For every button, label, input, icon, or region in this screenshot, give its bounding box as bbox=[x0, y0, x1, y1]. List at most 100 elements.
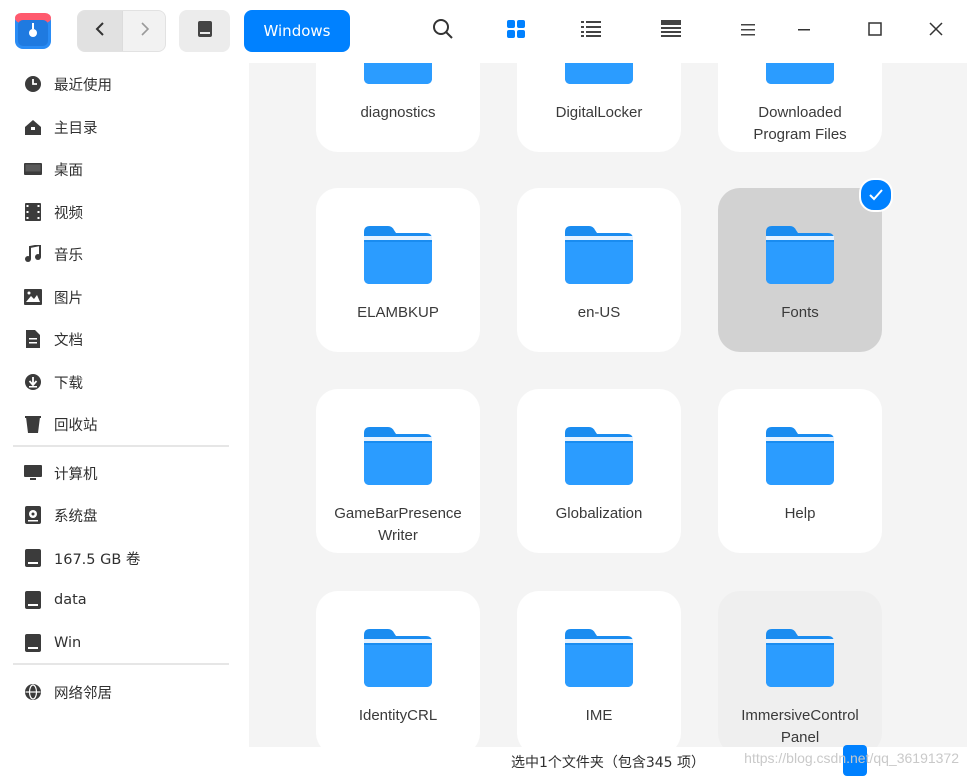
folder-item[interactable]: Downloaded Program Files bbox=[718, 63, 882, 152]
sidebar-item-label: 主目录 bbox=[54, 120, 98, 137]
sidebar-item-home[interactable]: 主目录 bbox=[12, 108, 238, 146]
trash-icon bbox=[22, 413, 44, 435]
sidebar-divider bbox=[13, 445, 229, 447]
folder-item[interactable]: diagnostics bbox=[316, 63, 480, 152]
list-view-icon bbox=[581, 20, 601, 42]
folder-icon bbox=[362, 224, 434, 286]
chevron-left-icon bbox=[94, 21, 106, 41]
maximize-button[interactable] bbox=[860, 16, 890, 46]
sidebar-item-label: 桌面 bbox=[54, 162, 83, 179]
folder-item[interactable]: Help bbox=[718, 389, 882, 553]
folder-name: Globalization bbox=[555, 505, 643, 522]
sidebar-item-label: 图片 bbox=[54, 290, 83, 307]
icon-view-button[interactable] bbox=[501, 16, 531, 46]
folder-icon bbox=[563, 63, 635, 86]
minimize-icon bbox=[796, 21, 812, 41]
status-text: 选中1个文件夹（包含345 项） bbox=[510, 754, 706, 771]
search-button[interactable] bbox=[428, 16, 458, 46]
folder-item-selected[interactable]: Fonts bbox=[718, 188, 882, 352]
sidebar-item-label: 音乐 bbox=[54, 247, 83, 264]
folder-item[interactable]: Globalization bbox=[517, 389, 681, 553]
sidebar-item-label: 167.5 GB 卷 bbox=[54, 551, 141, 568]
close-button[interactable] bbox=[921, 16, 951, 46]
folder-icon bbox=[764, 63, 836, 86]
list-view-button[interactable] bbox=[576, 16, 606, 46]
back-button[interactable] bbox=[78, 11, 122, 51]
clock-icon bbox=[22, 73, 44, 95]
sidebar-item-music[interactable]: 音乐 bbox=[12, 235, 238, 273]
sidebar-item-label: 系统盘 bbox=[54, 508, 98, 525]
sidebar-item-documents[interactable]: 文档 bbox=[12, 320, 238, 358]
disk-icon bbox=[22, 632, 44, 654]
breadcrumb-windows[interactable]: Windows bbox=[244, 10, 350, 52]
sidebar-item-label: 下载 bbox=[54, 375, 83, 392]
folder-item[interactable]: DigitalLocker bbox=[517, 63, 681, 152]
folder-icon bbox=[764, 224, 836, 286]
sidebar-item-win[interactable]: Win bbox=[12, 624, 238, 662]
folder-item[interactable]: IdentityCRL bbox=[316, 591, 480, 747]
sidebar-item-label: 视频 bbox=[54, 205, 83, 222]
folder-item[interactable]: en-US bbox=[517, 188, 681, 352]
folder-item[interactable]: ELAMBKUP bbox=[316, 188, 480, 352]
hamburger-menu-icon bbox=[740, 22, 756, 41]
folder-name: en-US bbox=[577, 304, 621, 321]
sidebar-item-label: 回收站 bbox=[54, 417, 98, 434]
search-icon bbox=[432, 18, 454, 44]
sidebar-divider bbox=[13, 663, 229, 665]
detail-view-button[interactable] bbox=[656, 16, 686, 46]
sidebar-item-label: data bbox=[54, 592, 87, 608]
forward-button[interactable] bbox=[122, 11, 165, 51]
folder-name: DigitalLocker bbox=[555, 104, 643, 121]
sidebar-item-downloads[interactable]: 下载 bbox=[12, 363, 238, 401]
system-disk-icon bbox=[22, 504, 44, 526]
sidebar-item-system-disk[interactable]: 系统盘 bbox=[12, 496, 238, 534]
navigation-group bbox=[77, 10, 166, 52]
disk-icon bbox=[22, 589, 44, 611]
desktop-icon bbox=[22, 158, 44, 180]
detail-view-icon bbox=[661, 20, 681, 42]
sidebar-item-label: 计算机 bbox=[54, 466, 98, 483]
disk-icon bbox=[22, 547, 44, 569]
folder-icon bbox=[362, 63, 434, 86]
folder-item[interactable]: IME bbox=[517, 591, 681, 747]
home-icon bbox=[22, 116, 44, 138]
sidebar-item-trash[interactable]: 回收站 bbox=[12, 405, 238, 443]
sidebar-item-label: 文档 bbox=[54, 332, 83, 349]
sidebar-item-pictures[interactable]: 图片 bbox=[12, 278, 238, 316]
folder-icon bbox=[563, 627, 635, 689]
chevron-right-icon bbox=[139, 21, 151, 41]
sidebar-item-network[interactable]: 网络邻居 bbox=[12, 673, 238, 711]
minimize-button[interactable] bbox=[789, 16, 819, 46]
sidebar-item-videos[interactable]: 视频 bbox=[12, 193, 238, 231]
menu-button[interactable] bbox=[733, 16, 763, 46]
download-icon bbox=[22, 371, 44, 393]
folder-item-hovered[interactable]: ImmersiveControl Panel bbox=[718, 591, 882, 747]
file-manager-app-icon bbox=[14, 12, 52, 50]
music-icon bbox=[22, 243, 44, 265]
close-icon bbox=[928, 21, 944, 41]
folder-name: diagnostics bbox=[360, 104, 436, 121]
drive-button[interactable] bbox=[179, 10, 230, 52]
sidebar-item-data[interactable]: data bbox=[12, 581, 238, 619]
folder-name: IdentityCRL bbox=[358, 707, 438, 724]
sidebar: 最近使用 主目录 桌面 视频 音乐 图片 文档 下载 回收站 计算机 系统盘 1… bbox=[0, 63, 249, 776]
video-icon bbox=[22, 201, 44, 223]
folder-icon bbox=[764, 425, 836, 487]
sidebar-item-label: 最近使用 bbox=[54, 77, 112, 94]
sidebar-item-recent[interactable]: 最近使用 bbox=[12, 65, 238, 103]
sidebar-item-volume[interactable]: 167.5 GB 卷 bbox=[12, 539, 238, 577]
watermark-text: https://blog.csdn.net/qq_36191372 bbox=[744, 750, 959, 766]
folder-name: Help bbox=[784, 505, 816, 522]
picture-icon bbox=[22, 286, 44, 308]
folder-item[interactable]: GameBarPresence Writer bbox=[316, 389, 480, 553]
file-manager-window: Windows 最近使用 主目录 桌面 视频 音乐 图片 文档 下载 回收站 计… bbox=[0, 0, 967, 776]
selected-check-icon[interactable] bbox=[859, 178, 893, 212]
grid-view-icon bbox=[506, 19, 526, 43]
folder-name: Downloaded Program Files bbox=[753, 104, 847, 143]
sidebar-item-computer[interactable]: 计算机 bbox=[12, 454, 238, 492]
document-icon bbox=[22, 328, 44, 350]
folder-name: GameBarPresence Writer bbox=[334, 505, 462, 544]
sidebar-item-label: 网络邻居 bbox=[54, 685, 112, 702]
computer-icon bbox=[22, 462, 44, 484]
sidebar-item-desktop[interactable]: 桌面 bbox=[12, 150, 238, 188]
